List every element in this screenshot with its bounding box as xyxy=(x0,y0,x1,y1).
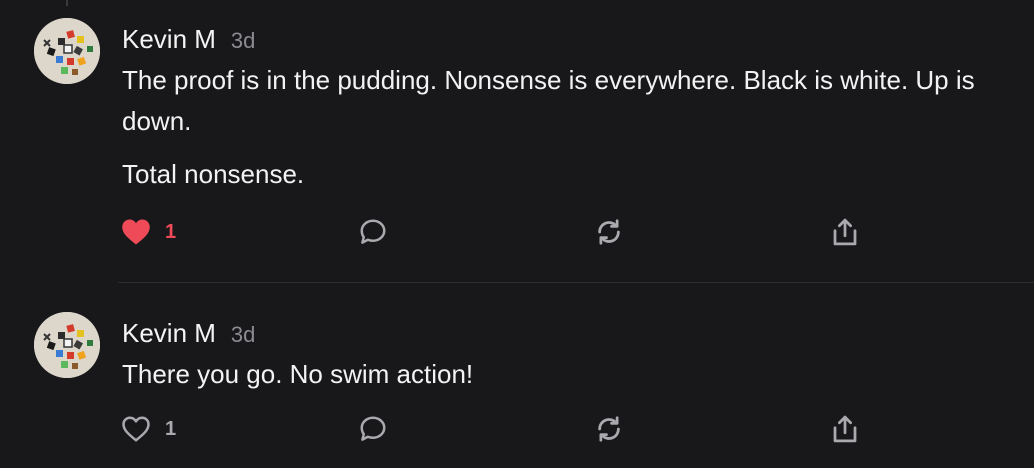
share-upload-icon xyxy=(833,218,857,246)
avatar-image xyxy=(34,18,100,84)
comment-header: Kevin M 3d xyxy=(122,24,255,55)
comment-divider xyxy=(118,282,1034,283)
timestamp[interactable]: 3d xyxy=(231,322,255,348)
comment-header: Kevin M 3d xyxy=(122,318,255,349)
share-button[interactable] xyxy=(831,414,859,444)
speech-bubble-icon xyxy=(360,416,386,441)
avatar[interactable] xyxy=(34,18,100,84)
like-count: 1 xyxy=(165,220,177,243)
heart-filled-icon xyxy=(122,219,150,245)
thread-connector-line xyxy=(66,0,68,6)
comment-actions: 1 xyxy=(0,414,1034,444)
repost-arrows-icon xyxy=(598,416,620,442)
share-button[interactable] xyxy=(831,217,859,247)
reply-button[interactable] xyxy=(357,414,389,444)
comment-body: The proof is in the pudding. Nonsense is… xyxy=(122,60,1022,195)
author-name[interactable]: Kevin M xyxy=(122,24,216,55)
like-button[interactable]: 1 xyxy=(121,217,176,247)
like-button[interactable]: 1 xyxy=(121,414,176,444)
timestamp[interactable]: 3d xyxy=(231,28,255,54)
author-name[interactable]: Kevin M xyxy=(122,318,216,349)
reply-button[interactable] xyxy=(357,217,389,247)
repost-button[interactable] xyxy=(594,414,624,444)
repost-button[interactable] xyxy=(594,217,624,247)
comment-body: There you go. No swim action! xyxy=(122,354,1022,395)
like-count: 1 xyxy=(165,417,177,440)
avatar[interactable] xyxy=(34,312,100,378)
heart-outline-icon xyxy=(122,416,150,442)
avatar-image xyxy=(34,312,100,378)
comment-actions: 1 xyxy=(0,217,1034,247)
comment-paragraph: There you go. No swim action! xyxy=(122,359,474,389)
comment-paragraph: Total nonsense. xyxy=(122,159,305,189)
repost-arrows-icon xyxy=(598,219,620,245)
comment-paragraph: The proof is in the pudding. Nonsense is… xyxy=(122,65,975,136)
share-upload-icon xyxy=(833,415,857,443)
speech-bubble-icon xyxy=(360,219,386,244)
